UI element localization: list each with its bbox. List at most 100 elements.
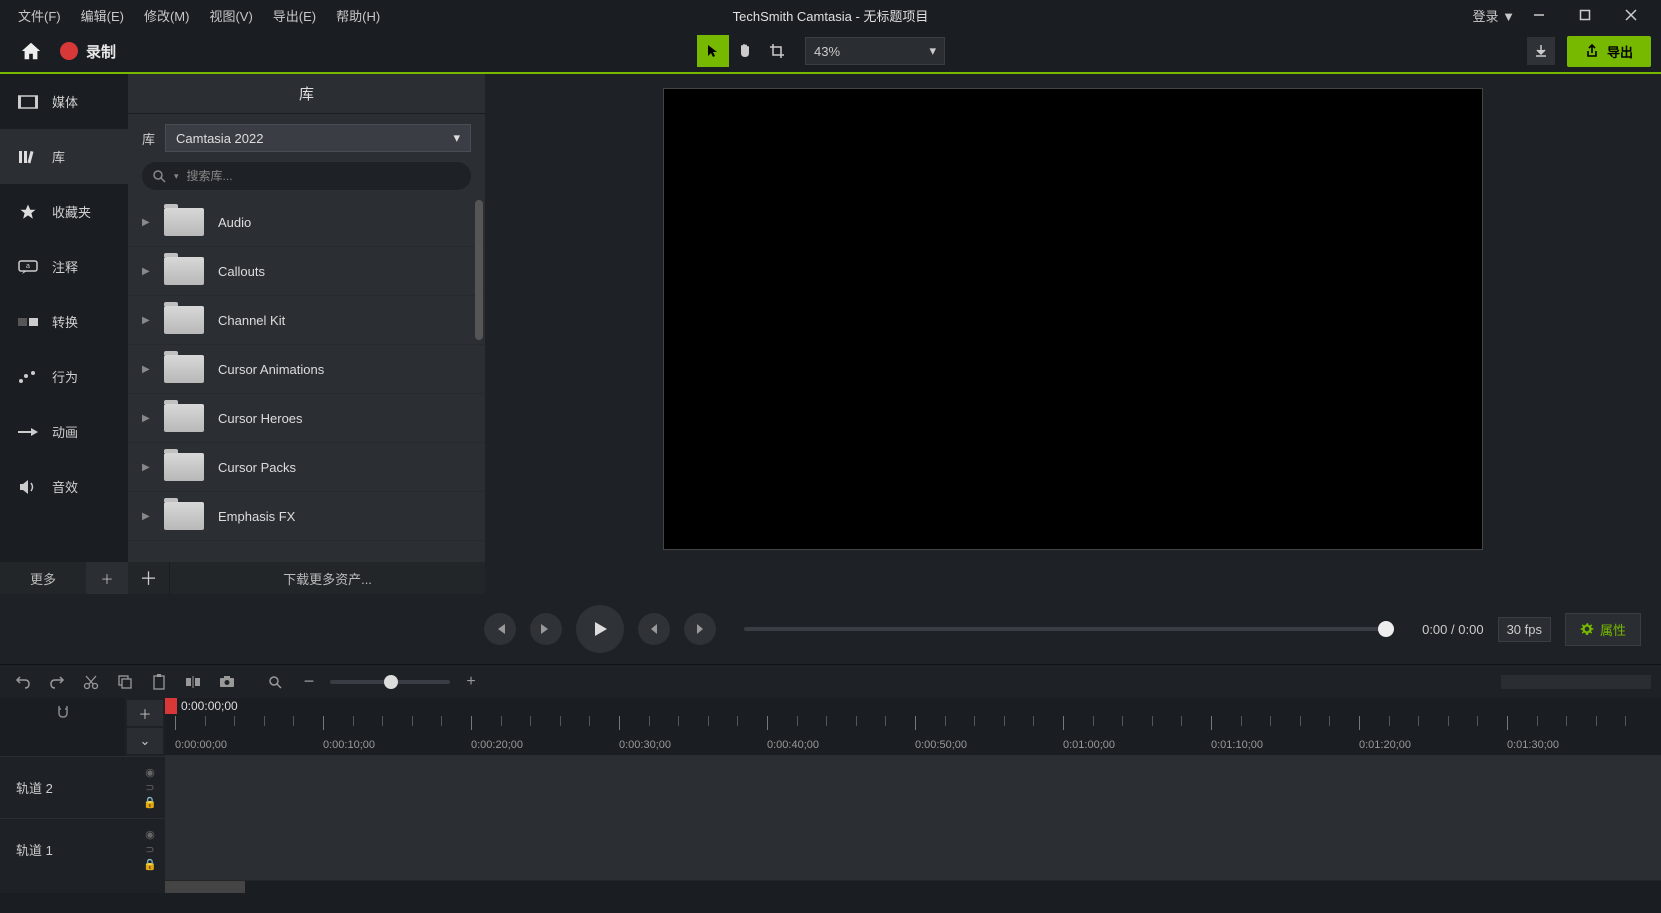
link-icon[interactable]: ⊃ bbox=[145, 781, 154, 794]
ruler-timestamp: 0:00:40;00 bbox=[767, 739, 819, 751]
cut-button[interactable] bbox=[78, 669, 104, 695]
folder-name: Cursor Packs bbox=[218, 460, 296, 475]
play-button[interactable] bbox=[576, 605, 624, 653]
select-tool[interactable] bbox=[697, 35, 729, 67]
sidebar-add-button[interactable]: ＋ bbox=[86, 562, 128, 594]
playhead-row[interactable]: 0:00:00;00 bbox=[165, 698, 1661, 716]
home-button[interactable] bbox=[20, 40, 42, 62]
timeline-zoom-slider[interactable] bbox=[330, 680, 450, 684]
slider-knob[interactable] bbox=[1378, 621, 1394, 637]
track-header-2[interactable]: 轨道 2 ◉⊃🔒 bbox=[0, 756, 165, 818]
library-folder[interactable]: ▶Callouts bbox=[128, 247, 485, 296]
menu-help[interactable]: 帮助(H) bbox=[326, 2, 390, 29]
record-button[interactable]: 录制 bbox=[52, 37, 124, 66]
library-folder-list: ▶Audio▶Callouts▶Channel Kit▶Cursor Anima… bbox=[128, 198, 485, 562]
sidebar-more-button[interactable]: 更多 bbox=[0, 562, 86, 594]
folder-name: Cursor Heroes bbox=[218, 411, 303, 426]
library-folder[interactable]: ▶Channel Kit bbox=[128, 296, 485, 345]
redo-button[interactable] bbox=[44, 669, 70, 695]
zoom-icon bbox=[262, 669, 288, 695]
library-add-button[interactable]: ＋ bbox=[128, 562, 170, 594]
timeline-minimap[interactable] bbox=[1501, 675, 1651, 689]
canvas-zoom-select[interactable]: 43% ▾ bbox=[805, 37, 945, 65]
scrollbar-thumb[interactable] bbox=[165, 881, 245, 893]
step-forward-button[interactable] bbox=[684, 613, 716, 645]
sidebar-item-transitions[interactable]: 转换 bbox=[0, 294, 128, 349]
login-button[interactable]: 登录 ▼ bbox=[1473, 6, 1515, 25]
library-select[interactable]: Camtasia 2022 ▾ bbox=[165, 124, 471, 152]
eye-icon[interactable]: ◉ bbox=[145, 766, 155, 779]
folder-name: Emphasis FX bbox=[218, 509, 295, 524]
sidebar-item-media[interactable]: 媒体 bbox=[0, 74, 128, 129]
crop-tool[interactable] bbox=[761, 35, 793, 67]
close-button[interactable] bbox=[1625, 9, 1653, 21]
share-icon bbox=[1585, 44, 1599, 58]
chevron-down-icon: ▾ bbox=[929, 43, 936, 59]
export-button[interactable]: 导出 bbox=[1567, 36, 1651, 67]
library-download-more[interactable]: 下载更多资产... bbox=[170, 562, 485, 594]
add-track-button[interactable]: ＋ bbox=[127, 700, 163, 726]
step-back-button[interactable] bbox=[638, 613, 670, 645]
next-frame-button[interactable] bbox=[530, 613, 562, 645]
sidebar-item-favorites[interactable]: 收藏夹 bbox=[0, 184, 128, 239]
fps-display[interactable]: 30 fps bbox=[1498, 617, 1551, 642]
zoom-out-button[interactable]: − bbox=[296, 669, 322, 695]
maximize-button[interactable] bbox=[1579, 9, 1607, 21]
annotation-icon: a bbox=[18, 260, 38, 274]
eye-icon[interactable]: ◉ bbox=[145, 828, 155, 841]
track-body-1[interactable] bbox=[165, 818, 1661, 880]
copy-button[interactable] bbox=[112, 669, 138, 695]
preview-canvas[interactable] bbox=[663, 88, 1483, 550]
zoom-knob[interactable] bbox=[384, 675, 398, 689]
magnet-icon[interactable] bbox=[55, 704, 71, 720]
paste-button[interactable] bbox=[146, 669, 172, 695]
undo-button[interactable] bbox=[10, 669, 36, 695]
track-options-button[interactable]: ⌄ bbox=[127, 728, 163, 754]
search-input[interactable] bbox=[187, 169, 461, 183]
menu-file[interactable]: 文件(F) bbox=[8, 2, 71, 29]
sidebar-item-behaviors[interactable]: 行为 bbox=[0, 349, 128, 404]
sidebar-item-audio[interactable]: 音效 bbox=[0, 459, 128, 514]
menu-edit[interactable]: 编辑(E) bbox=[71, 2, 134, 29]
minimize-button[interactable] bbox=[1533, 9, 1561, 21]
prev-frame-button[interactable] bbox=[484, 613, 516, 645]
screenshot-button[interactable] bbox=[214, 669, 240, 695]
track-header-1[interactable]: 轨道 1 ◉⊃🔒 bbox=[0, 818, 165, 880]
track-controls[interactable]: ◉ ⊃ 🔒 bbox=[135, 828, 165, 871]
pan-tool[interactable] bbox=[729, 35, 761, 67]
sidebar-label: 行为 bbox=[52, 367, 78, 386]
playhead-marker[interactable] bbox=[165, 698, 177, 714]
timeline-ruler[interactable]: 0:00:00;000:00:10;000:00:20;000:00:30;00… bbox=[165, 716, 1661, 756]
library-search[interactable]: ▾ bbox=[142, 162, 471, 190]
library-folder[interactable]: ▶Audio bbox=[128, 198, 485, 247]
download-button[interactable] bbox=[1527, 37, 1555, 65]
library-folder[interactable]: ▶Cursor Packs bbox=[128, 443, 485, 492]
track-body-2[interactable] bbox=[165, 756, 1661, 818]
sidebar-item-annotations[interactable]: a 注释 bbox=[0, 239, 128, 294]
lock-icon[interactable]: 🔒 bbox=[143, 858, 157, 871]
behavior-icon bbox=[18, 370, 38, 384]
timeline-toolbar: − + bbox=[0, 664, 1661, 698]
media-icon bbox=[18, 94, 38, 110]
main-toolbar: 录制 43% ▾ 导出 bbox=[0, 30, 1661, 74]
menu-export[interactable]: 导出(E) bbox=[263, 2, 326, 29]
properties-button[interactable]: 属性 bbox=[1565, 613, 1641, 646]
timeline-scrollbar[interactable] bbox=[165, 881, 1661, 893]
library-folder[interactable]: ▶Cursor Heroes bbox=[128, 394, 485, 443]
library-folder[interactable]: ▶Cursor Animations bbox=[128, 345, 485, 394]
playback-slider[interactable] bbox=[744, 627, 1394, 631]
menu-modify[interactable]: 修改(M) bbox=[134, 2, 200, 29]
split-button[interactable] bbox=[180, 669, 206, 695]
sidebar-item-library[interactable]: 库 bbox=[0, 129, 128, 184]
zoom-in-button[interactable]: + bbox=[458, 669, 484, 695]
menu-view[interactable]: 视图(V) bbox=[199, 2, 262, 29]
link-icon[interactable]: ⊃ bbox=[145, 843, 154, 856]
ruler-timestamp: 0:01:30;00 bbox=[1507, 739, 1559, 751]
search-icon bbox=[152, 169, 166, 183]
track-controls[interactable]: ◉ ⊃ 🔒 bbox=[135, 766, 165, 809]
sidebar-item-animations[interactable]: 动画 bbox=[0, 404, 128, 459]
library-scrollbar[interactable] bbox=[475, 200, 483, 340]
animation-icon bbox=[18, 427, 38, 437]
library-folder[interactable]: ▶Emphasis FX bbox=[128, 492, 485, 541]
lock-icon[interactable]: 🔒 bbox=[143, 796, 157, 809]
